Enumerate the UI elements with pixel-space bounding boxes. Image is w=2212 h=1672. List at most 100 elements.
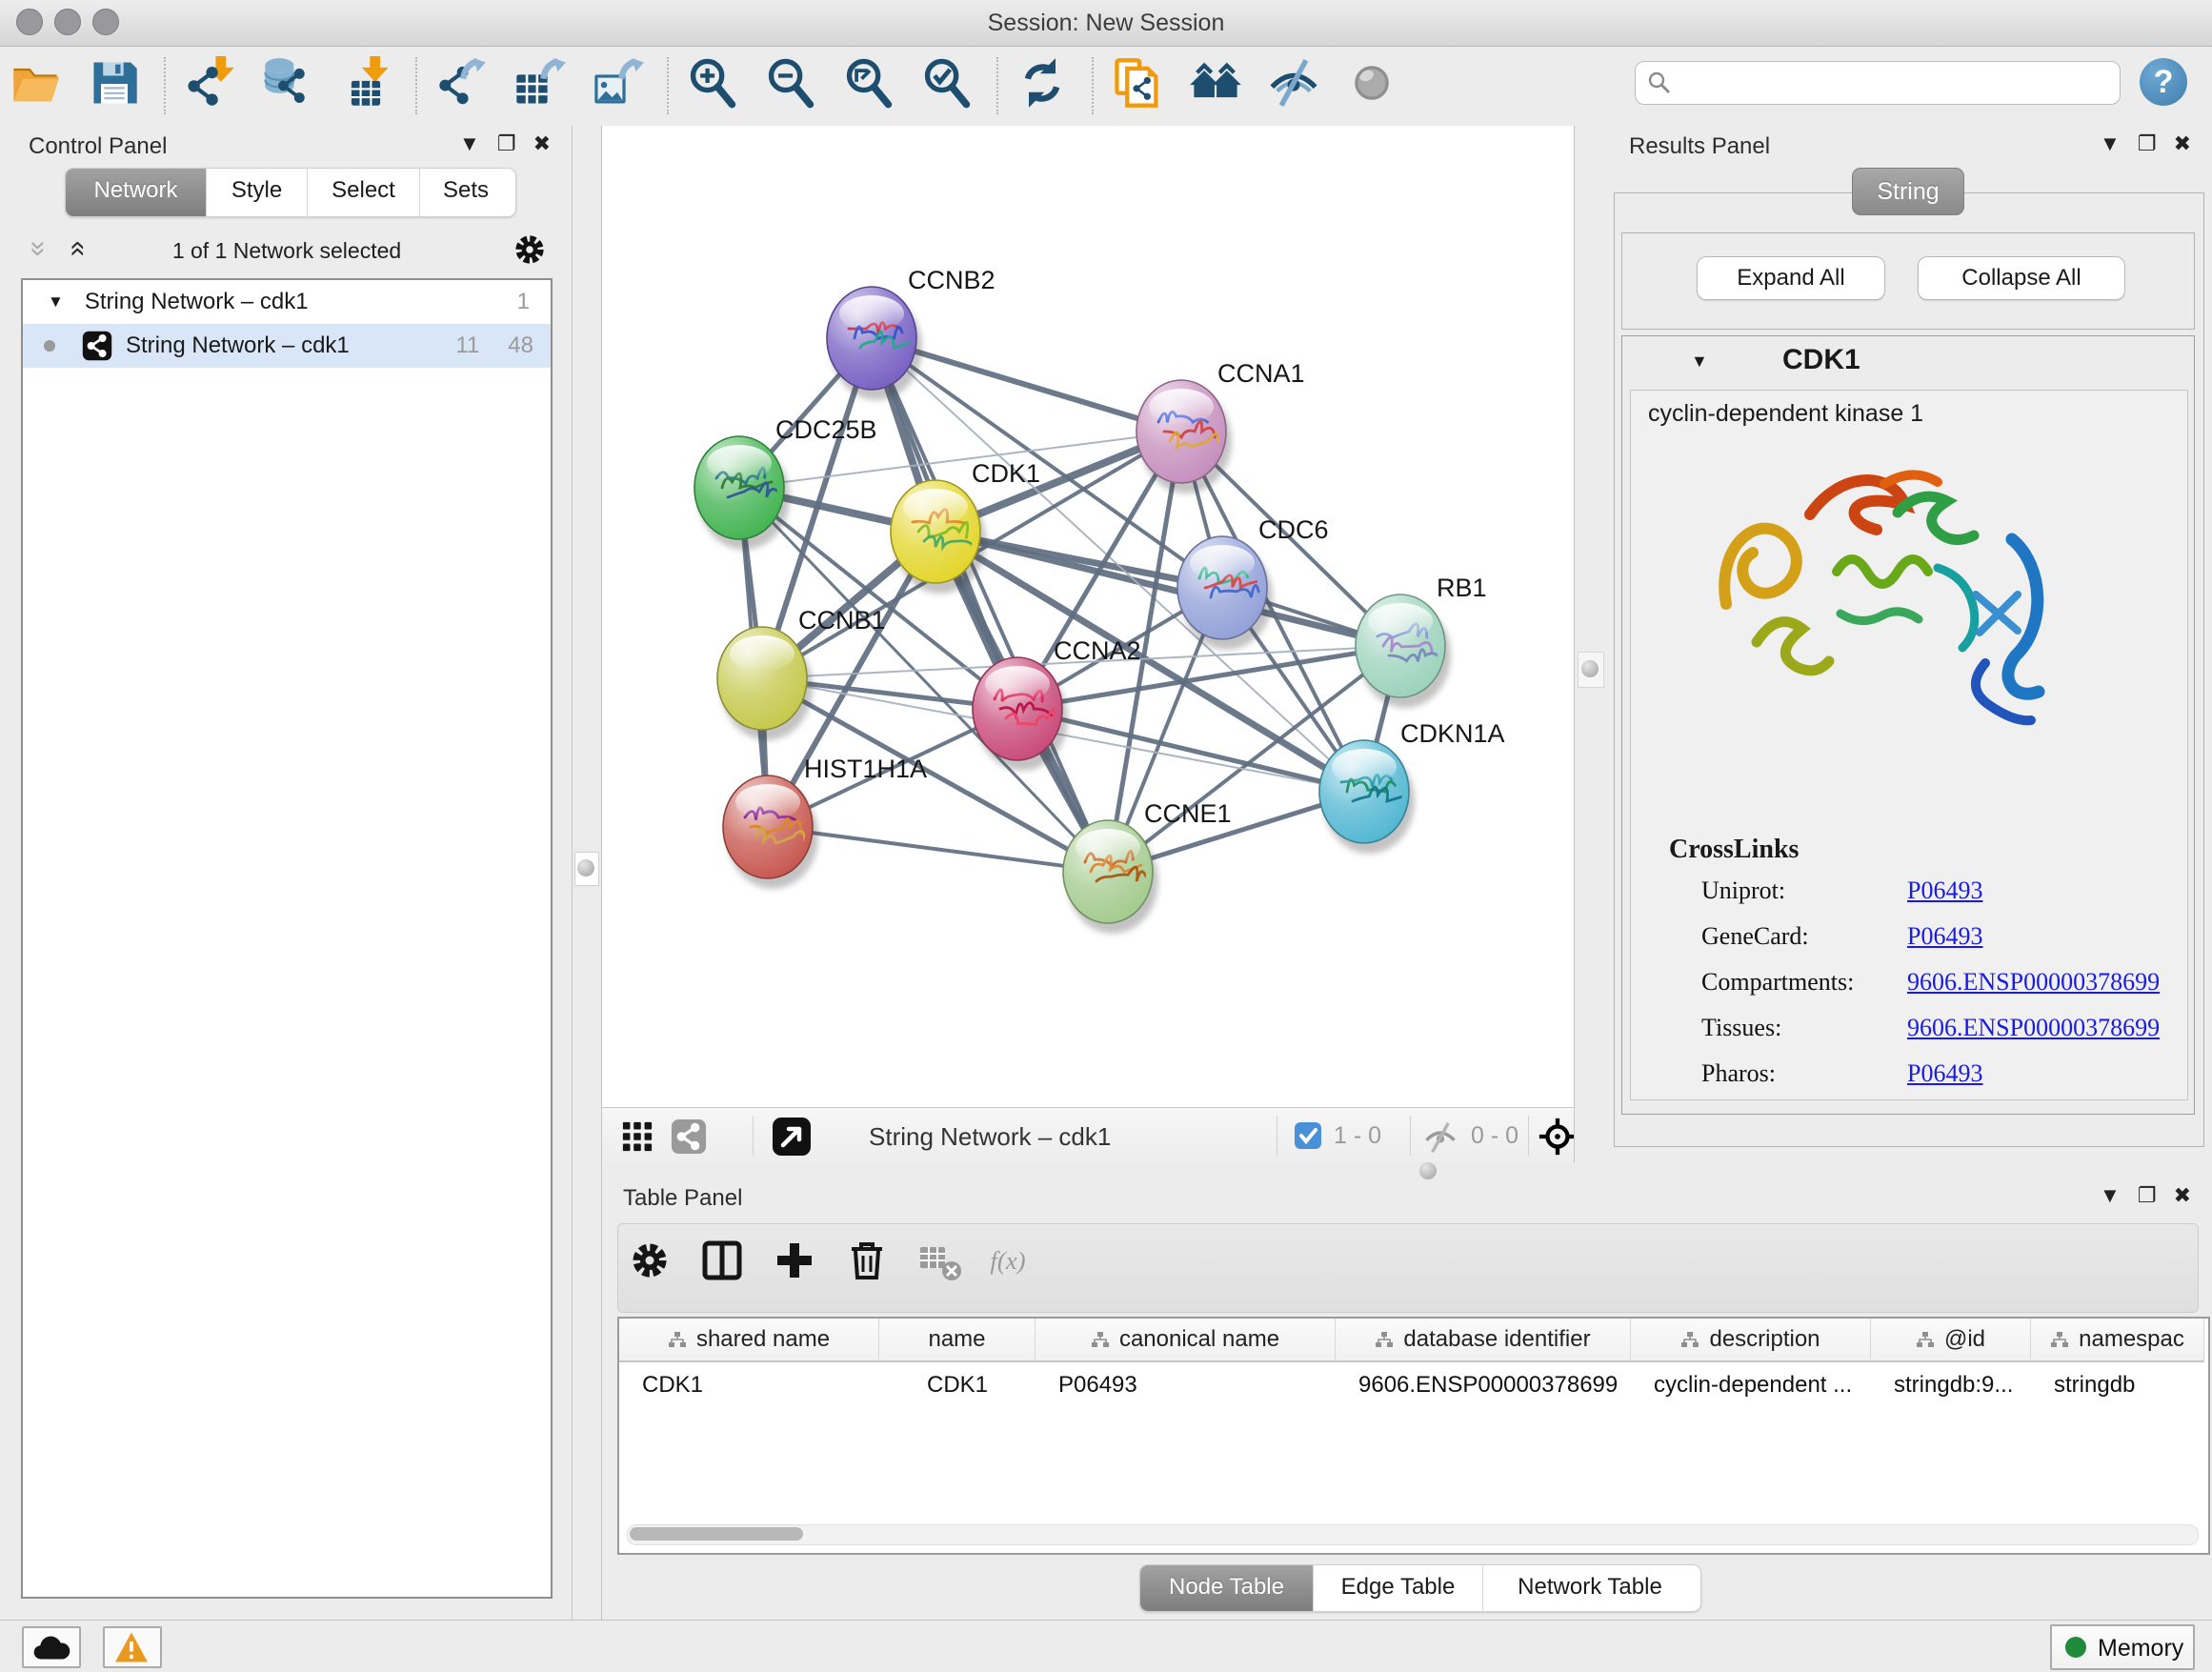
horizontal-splitter[interactable] (602, 1162, 2212, 1180)
column-header-namespac[interactable]: namespac (2031, 1319, 2204, 1362)
crosslink-value-link[interactable]: P06493 (1907, 876, 1982, 905)
tab-style[interactable]: Style (207, 169, 308, 216)
protein-disclosure-icon[interactable]: ▼ (1691, 352, 1708, 372)
panel-float-icon[interactable]: ❐ (2138, 131, 2174, 155)
zoom-in-button[interactable] (686, 56, 745, 115)
zoom-fit-content-button[interactable] (842, 56, 901, 115)
help-button[interactable]: ? (2140, 58, 2187, 106)
import-table-from-file-button[interactable] (339, 56, 398, 115)
tab-string[interactable]: String (1852, 168, 1964, 215)
show-all-button[interactable] (1345, 56, 1404, 115)
tab-sets[interactable]: Sets (420, 169, 512, 216)
control-panel-window-buttons: ▼❐✖ (459, 131, 568, 156)
table-cell[interactable]: stringdb (2031, 1364, 2204, 1406)
left-splitter[interactable] (572, 126, 602, 1620)
column-header-label: database identifier (1403, 1326, 1590, 1353)
home-layout-button[interactable] (1189, 56, 1248, 115)
table-cell[interactable]: P06493 (1036, 1364, 1336, 1406)
panel-float-icon[interactable]: ❐ (2138, 1183, 2174, 1207)
column-header-description[interactable]: description (1631, 1319, 1871, 1362)
grid-view-icon[interactable] (621, 1120, 654, 1153)
warning-status-button[interactable] (103, 1626, 162, 1668)
clear-table-button (916, 1238, 972, 1293)
zoom-selected-button[interactable] (920, 56, 979, 115)
tab-select[interactable]: Select (308, 169, 420, 216)
string-view-icon[interactable] (671, 1118, 707, 1155)
table-cell[interactable]: CDK1 (879, 1364, 1036, 1406)
network-node-RB1[interactable]: RB1 (1356, 574, 1487, 708)
delete-column-button[interactable] (844, 1238, 899, 1293)
panel-float-icon[interactable]: ❐ (497, 131, 533, 155)
network-node-CCNE1[interactable]: CCNE1 (1063, 799, 1232, 934)
export-image-button[interactable] (591, 56, 650, 115)
table-cell[interactable]: stringdb:9... (1871, 1364, 2031, 1406)
network-canvas[interactable]: CCNB2CCNA1CDC25BCDK1CDC6RB1CCNB1CCNA2CDK… (602, 126, 1574, 1107)
crosslink-value-link[interactable]: P06493 (1907, 1059, 1982, 1088)
export-network-button[interactable] (434, 56, 493, 115)
collapse-all-button[interactable]: Collapse All (1918, 256, 2125, 300)
table-cell[interactable]: CDK1 (619, 1364, 879, 1406)
split-panel-button[interactable] (699, 1238, 754, 1293)
network-node-CDKN1A[interactable]: CDKN1A (1319, 719, 1505, 854)
hide-selected-button[interactable] (1267, 56, 1326, 115)
memory-button[interactable]: Memory (2050, 1624, 2195, 1670)
horizontal-scrollbar-thumb[interactable] (630, 1527, 803, 1541)
left-splitter-grip[interactable] (577, 859, 594, 876)
export-table-button[interactable] (513, 56, 572, 115)
column-header-name[interactable]: name (879, 1319, 1036, 1362)
expand-all-button[interactable]: Expand All (1697, 256, 1885, 300)
search-input[interactable] (1635, 61, 2121, 105)
panel-close-icon[interactable]: ✖ (2174, 131, 2208, 155)
svg-text:f(x): f(x) (990, 1246, 1025, 1275)
crosslink-value-link[interactable]: 9606.ENSP00000378699 (1907, 1014, 2160, 1042)
column-header-shared-name[interactable]: shared name (619, 1319, 879, 1362)
network-node-HIST1H1A[interactable]: HIST1H1A (723, 755, 927, 889)
panel-collapse-icon[interactable]: ▼ (2100, 131, 2138, 155)
copy-document-button[interactable] (1111, 56, 1170, 115)
table-cell[interactable]: cyclin-dependent ... (1631, 1364, 1871, 1406)
add-column-button[interactable] (772, 1238, 827, 1293)
table-panel-title: Table Panel (623, 1185, 742, 1212)
import-network-from-file-button[interactable] (183, 56, 242, 115)
network-node-CDC6[interactable]: CDC6 (1177, 515, 1329, 650)
selected-checkbox-icon[interactable] (1294, 1121, 1322, 1150)
tab-network-table[interactable]: Network Table (1483, 1565, 1697, 1611)
panel-collapse-icon[interactable]: ▼ (459, 131, 497, 155)
column-header-canonical-name[interactable]: canonical name (1036, 1319, 1336, 1362)
network-node-CDC25B[interactable]: CDC25B (694, 415, 877, 550)
import-network-from-database-button[interactable] (261, 56, 320, 115)
panel-close-icon[interactable]: ✖ (533, 131, 568, 155)
tab-node-table[interactable]: Node Table (1140, 1565, 1314, 1611)
column-header-database-identifier[interactable]: database identifier (1336, 1319, 1631, 1362)
fit-selected-crosshair-icon[interactable] (1538, 1117, 1578, 1157)
network-collection-row[interactable]: ▼ String Network – cdk1 1 (23, 280, 551, 324)
horizontal-scrollbar[interactable] (627, 1524, 2199, 1545)
zoom-out-button[interactable] (764, 56, 823, 115)
tab-edge-table[interactable]: Edge Table (1314, 1565, 1483, 1611)
network-node-CCNA1[interactable]: CCNA1 (1136, 359, 1305, 494)
column-header-@id[interactable]: @id (1871, 1319, 2031, 1362)
network-row[interactable]: String Network – cdk1 11 48 (23, 324, 551, 368)
crosslink-value-link[interactable]: P06493 (1907, 922, 1982, 951)
tab-network[interactable]: Network (66, 169, 207, 216)
refresh-view-button[interactable] (1016, 56, 1075, 115)
node-label-CCNE1: CCNE1 (1144, 799, 1232, 828)
hidden-eye-icon[interactable] (1423, 1120, 1458, 1155)
settings-gear-button[interactable] (627, 1238, 682, 1293)
toolbar-separator (1528, 1116, 1529, 1156)
disclosure-triangle-icon[interactable]: ▼ (48, 292, 64, 312)
right-splitter-grip[interactable] (1581, 660, 1599, 677)
network-node-CCNB2[interactable]: CCNB2 (827, 266, 995, 400)
network-options-gear-icon[interactable] (511, 231, 549, 269)
table-cell[interactable]: 9606.ENSP00000378699 (1336, 1364, 1631, 1406)
save-session-button[interactable] (88, 56, 147, 115)
right-splitter[interactable] (1574, 126, 1608, 1162)
panel-close-icon[interactable]: ✖ (2174, 1183, 2208, 1207)
cloud-status-button[interactable] (22, 1626, 81, 1668)
crosslink-value-link[interactable]: 9606.ENSP00000378699 (1907, 968, 2160, 997)
open-in-window-icon[interactable] (772, 1117, 812, 1157)
open-file-button[interactable] (10, 56, 69, 115)
panel-collapse-icon[interactable]: ▼ (2100, 1183, 2138, 1207)
horizontal-splitter-grip[interactable] (1419, 1162, 1437, 1179)
toolbar-separator (164, 57, 166, 114)
